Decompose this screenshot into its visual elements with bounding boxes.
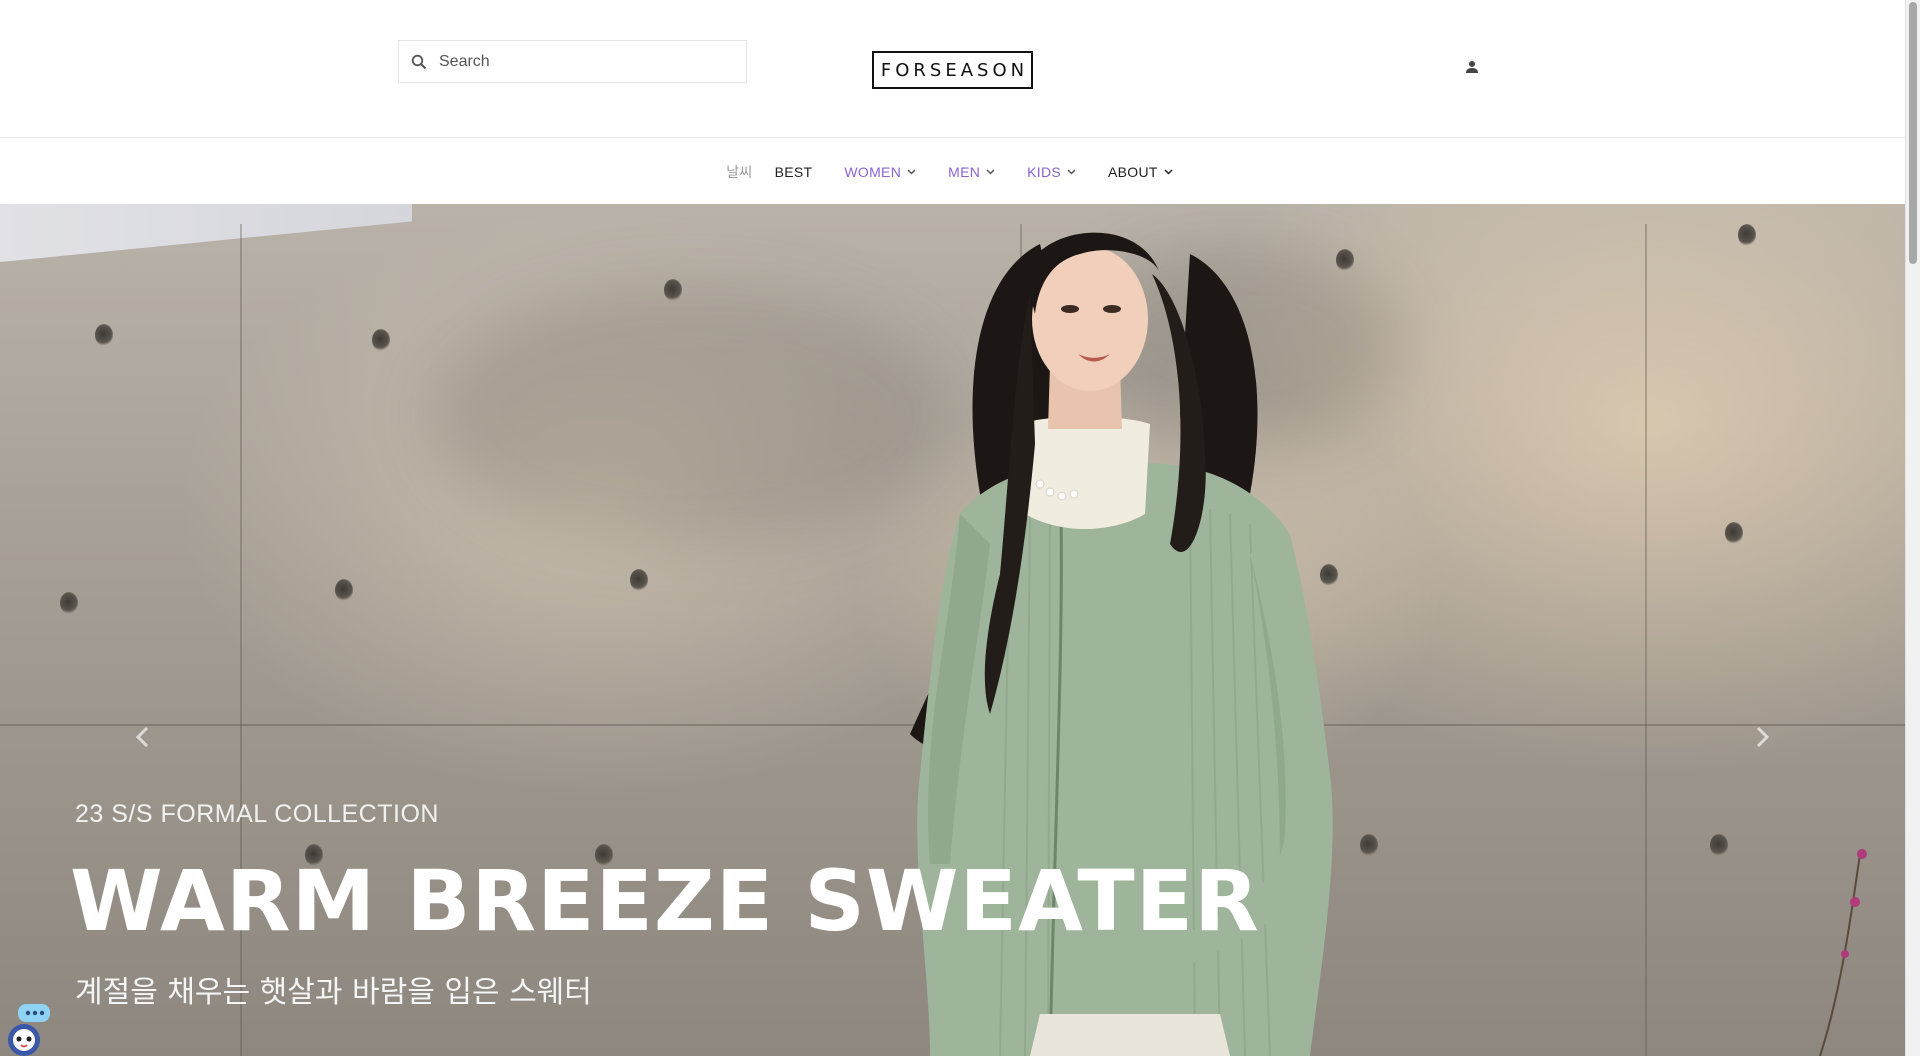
search-input[interactable]: [439, 41, 729, 82]
carousel-next-button[interactable]: [1749, 717, 1777, 757]
tree-shadow: [430, 284, 950, 544]
chevron-down-icon: [1164, 168, 1173, 175]
wall-hole: [1725, 522, 1743, 544]
nav-item-label: BEST: [774, 163, 813, 180]
site-logo[interactable]: FORSEASON: [872, 51, 1033, 89]
nav-item-label: KIDS: [1027, 163, 1062, 180]
page-scrollbar[interactable]: [1905, 0, 1920, 1056]
scrollbar-thumb[interactable]: [1909, 2, 1917, 264]
chevron-down-icon: [907, 168, 916, 175]
hero-description: 계절을 채우는 햇살과 바람을 입은 스웨터: [75, 975, 592, 1010]
chatbot-icon[interactable]: [0, 1000, 54, 1056]
wall-seam: [1645, 224, 1647, 1056]
hero-sky: [0, 204, 412, 262]
wall-hole: [335, 579, 353, 601]
wall-hole: [60, 592, 78, 614]
nav-item-label: ABOUT: [1108, 163, 1158, 180]
wall-hole: [95, 324, 113, 346]
nav-item-men[interactable]: MEN: [932, 152, 1011, 192]
hero-banner: 23 S/S FORMAL COLLECTION WARM BREEZE SWE…: [0, 204, 1905, 1056]
chevron-right-icon: [1756, 726, 1770, 748]
wall-hole: [630, 569, 648, 591]
chevron-down-icon: [1067, 168, 1076, 175]
nav-item-weather[interactable]: 날씨: [726, 152, 758, 192]
chevron-down-icon: [986, 168, 995, 175]
nav-item-best[interactable]: BEST: [759, 152, 829, 192]
hero-subtitle: 23 S/S FORMAL COLLECTION: [75, 800, 439, 828]
nav-item-label: 날씨: [726, 164, 753, 181]
wall-hole: [1710, 834, 1728, 856]
wall-hole: [664, 279, 682, 301]
nav-item-label: WOMEN: [844, 163, 902, 180]
nav-item-about[interactable]: ABOUT: [1092, 152, 1189, 192]
nav-item-kids[interactable]: KIDS: [1011, 152, 1092, 192]
wall-hole: [372, 329, 390, 351]
carousel-prev-button[interactable]: [128, 717, 156, 757]
main-nav: 날씨 BEST WOMEN MEN KIDS ABOUT: [0, 139, 1905, 204]
search-box[interactable]: [398, 40, 747, 83]
nav-item-label: MEN: [948, 163, 981, 180]
search-icon[interactable]: [399, 40, 439, 83]
flower-branch: [1819, 849, 1867, 1056]
site-header: FORSEASON: [0, 0, 1905, 138]
person-icon[interactable]: [1460, 56, 1484, 78]
nav-item-women[interactable]: WOMEN: [828, 152, 932, 192]
hero-title: WARM BREEZE SWEATER: [70, 852, 1260, 950]
chevron-left-icon: [135, 726, 149, 748]
wall-hole: [1738, 224, 1756, 246]
